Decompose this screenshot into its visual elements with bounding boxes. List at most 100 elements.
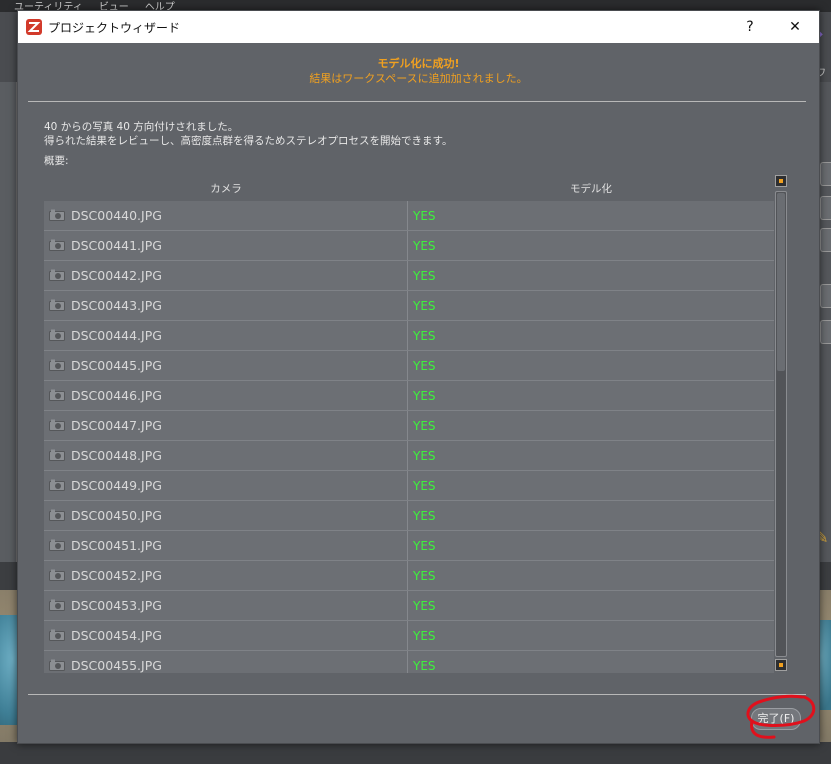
camera-icon (49, 599, 65, 611)
camera-cell[interactable]: DSC00446.JPG (44, 381, 408, 410)
camera-cell[interactable]: DSC00455.JPG (44, 651, 408, 673)
camera-filename: DSC00455.JPG (71, 658, 162, 673)
scroll-down-button[interactable] (775, 659, 787, 671)
camera-filename: DSC00449.JPG (71, 478, 162, 493)
table-row[interactable]: DSC00445.JPG YES (44, 351, 774, 381)
dialog-titlebar[interactable]: プロジェクトウィザード ? ✕ (18, 11, 819, 43)
camera-cell[interactable]: DSC00449.JPG (44, 471, 408, 500)
table-row[interactable]: DSC00443.JPG YES (44, 291, 774, 321)
camera-filename: DSC00441.JPG (71, 238, 162, 253)
camera-icon (49, 329, 65, 341)
camera-filename: DSC00453.JPG (71, 598, 162, 613)
background-right-button[interactable] (820, 162, 831, 186)
dialog-header: モデル化に成功! 結果はワークスペースに追加加されました。 (18, 43, 819, 103)
summary-label: 概要: (44, 155, 69, 167)
table-row[interactable]: DSC00448.JPG YES (44, 441, 774, 471)
scroll-thumb[interactable] (777, 193, 785, 371)
scroll-track[interactable] (775, 191, 787, 657)
camera-filename: DSC00444.JPG (71, 328, 162, 343)
modeled-status: YES (413, 539, 436, 553)
camera-icon (49, 479, 65, 491)
table-row[interactable]: DSC00454.JPG YES (44, 621, 774, 651)
table-row[interactable]: DSC00441.JPG YES (44, 231, 774, 261)
red-circle-annotation (746, 694, 816, 739)
camera-filename: DSC00451.JPG (71, 538, 162, 553)
camera-filename: DSC00445.JPG (71, 358, 162, 373)
background-right-button[interactable] (820, 196, 831, 220)
camera-cell[interactable]: DSC00440.JPG (44, 201, 408, 230)
modeled-status: YES (413, 419, 436, 433)
table-row[interactable]: DSC00440.JPG YES (44, 201, 774, 231)
camera-icon (49, 659, 65, 671)
camera-icon (49, 449, 65, 461)
table-header: カメラ モデル化 (44, 177, 774, 201)
column-header-modeled[interactable]: モデル化 (409, 177, 773, 201)
modeled-status: YES (413, 329, 436, 343)
background-right-button[interactable] (820, 228, 831, 252)
camera-icon (49, 359, 65, 371)
table-row[interactable]: DSC00449.JPG YES (44, 471, 774, 501)
camera-icon (49, 239, 65, 251)
table-body: DSC00440.JPG YES DSC00441.JPG YES DSC00442.J… (44, 201, 774, 673)
table-row[interactable]: DSC00452.JPG YES (44, 561, 774, 591)
column-header-camera[interactable]: カメラ (44, 177, 408, 201)
table-row[interactable]: DSC00453.JPG YES (44, 591, 774, 621)
table-row[interactable]: DSC00446.JPG YES (44, 381, 774, 411)
camera-cell[interactable]: DSC00442.JPG (44, 261, 408, 290)
camera-cell[interactable]: DSC00452.JPG (44, 561, 408, 590)
summary-table: カメラ モデル化 DSC00440.JPG YES DSC00441.JPG YES D… (44, 177, 774, 673)
background-left-panel (0, 82, 17, 562)
modeled-status: YES (413, 659, 436, 673)
table-row[interactable]: DSC00450.JPG YES (44, 501, 774, 531)
camera-cell[interactable]: DSC00448.JPG (44, 441, 408, 470)
table-row[interactable]: DSC00451.JPG YES (44, 531, 774, 561)
table-scrollbar[interactable] (774, 175, 790, 673)
footer-divider (28, 694, 806, 695)
info-line-review: 得られた結果をレビューし、高密度点群を得るためステレオプロセスを開始できます。 (44, 135, 453, 147)
project-wizard-dialog: プロジェクトウィザード ? ✕ モデル化に成功! 結果はワークスペースに追加加さ… (17, 10, 820, 744)
close-button[interactable]: ✕ (773, 11, 817, 43)
camera-cell[interactable]: DSC00451.JPG (44, 531, 408, 560)
background-right-button[interactable] (820, 320, 831, 344)
scroll-up-button[interactable] (775, 175, 787, 187)
camera-filename: DSC00448.JPG (71, 448, 162, 463)
camera-cell[interactable]: DSC00447.JPG (44, 411, 408, 440)
camera-filename: DSC00446.JPG (71, 388, 162, 403)
camera-icon (49, 269, 65, 281)
camera-filename: DSC00447.JPG (71, 418, 162, 433)
table-row[interactable]: DSC00447.JPG YES (44, 411, 774, 441)
modeled-status: YES (413, 509, 436, 523)
camera-icon (49, 539, 65, 551)
camera-icon (49, 209, 65, 221)
camera-icon (49, 419, 65, 431)
modeled-status: YES (413, 209, 436, 223)
table-row[interactable]: DSC00455.JPG YES (44, 651, 774, 673)
camera-cell[interactable]: DSC00454.JPG (44, 621, 408, 650)
background-statusbar (0, 742, 831, 764)
dialog-title: プロジェクトウィザード (48, 21, 181, 35)
camera-filename: DSC00440.JPG (71, 208, 162, 223)
camera-cell[interactable]: DSC00450.JPG (44, 501, 408, 530)
background-right-button[interactable] (820, 284, 831, 308)
camera-icon (49, 569, 65, 581)
camera-cell[interactable]: DSC00444.JPG (44, 321, 408, 350)
camera-filename: DSC00442.JPG (71, 268, 162, 283)
camera-icon (49, 299, 65, 311)
camera-cell[interactable]: DSC00445.JPG (44, 351, 408, 380)
modeled-status: YES (413, 569, 436, 583)
camera-filename: DSC00443.JPG (71, 298, 162, 313)
table-row[interactable]: DSC00444.JPG YES (44, 321, 774, 351)
success-subtitle: 結果はワークスペースに追加加されました。 (309, 72, 528, 85)
camera-filename: DSC00450.JPG (71, 508, 162, 523)
modeled-status: YES (413, 389, 436, 403)
modeled-status: YES (413, 599, 436, 613)
table-row[interactable]: DSC00442.JPG YES (44, 261, 774, 291)
camera-cell[interactable]: DSC00453.JPG (44, 591, 408, 620)
camera-cell[interactable]: DSC00441.JPG (44, 231, 408, 260)
camera-cell[interactable]: DSC00443.JPG (44, 291, 408, 320)
modeled-status: YES (413, 239, 436, 253)
modeled-status: YES (413, 299, 436, 313)
camera-icon (49, 389, 65, 401)
modeled-status: YES (413, 269, 436, 283)
help-button[interactable]: ? (728, 11, 772, 43)
